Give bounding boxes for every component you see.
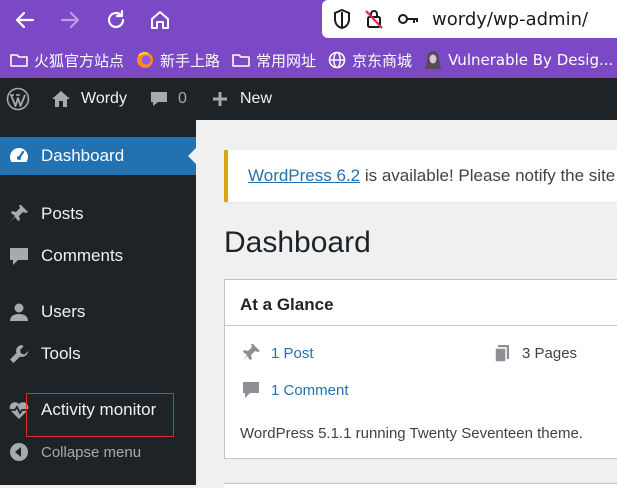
pushpin-icon [240,342,262,364]
user-icon [8,301,30,323]
comment-icon [151,92,167,106]
collapse-icon [8,441,30,463]
bookmark-label: 京东商城 [352,51,413,70]
widget-title: At a Glance [240,295,334,314]
plus-icon [213,92,227,106]
wordpress-update-link[interactable]: WordPress 6.2 [248,166,360,185]
home-button[interactable] [146,6,174,34]
firefox-icon [136,51,154,69]
bookmark-label: 常用网址 [256,51,317,70]
arrow-right-icon [60,11,80,29]
site-name-link[interactable]: Wordy [50,78,127,120]
insecure-lock-icon[interactable] [364,8,384,30]
bookmark-label: 火狐官方站点 [34,51,125,70]
sidebar-item-label: Dashboard [41,146,125,165]
reload-button[interactable] [102,6,130,34]
sidebar-item-label: Comments [41,246,124,265]
comments-count-link[interactable]: 1 Comment [271,382,349,399]
home-icon [52,91,70,107]
sidebar-item-tools[interactable]: Tools [0,342,196,366]
bookmark-common-sites[interactable]: 常用网址 [232,50,316,71]
glance-pages[interactable]: 3 Pages [491,342,577,364]
sidebar-item-label: Collapse menu [41,443,142,461]
sidebar-item-dashboard[interactable]: Dashboard [0,137,196,175]
back-button[interactable] [11,6,39,34]
reload-icon [107,9,125,29]
update-notice-text: WordPress 6.2 is available! Please notif… [248,166,615,186]
glance-comments[interactable]: 1 Comment [240,379,349,401]
url-bar[interactable]: wordy/wp-admin/ [322,0,617,38]
pages-icon [491,342,513,364]
pushpin-icon [8,203,30,225]
bookmarks-bar: 火狐官方站点 新手上路 常用网址 京东商城 Vulnerable By Desi… [0,42,617,78]
bookmark-label: Vulnerable By Desig... [448,51,614,69]
dashboard-icon [8,145,30,167]
pages-count-link[interactable]: 3 Pages [522,345,577,362]
sidebar-item-comments[interactable]: Comments [0,244,196,268]
browser-toolbar: wordy/wp-admin/ 火狐官方站点 新手上路 常用网址 京东商城 Vu… [0,0,617,78]
wrench-icon [8,343,30,365]
new-label: New [240,90,273,107]
key-icon[interactable] [398,12,420,26]
folder-icon [10,52,28,68]
bookmark-firefox-official[interactable]: 火狐官方站点 [10,50,124,71]
folder-icon [232,52,250,68]
update-notice: WordPress 6.2 is available! Please notif… [224,150,617,202]
annotation-highlight-box [26,393,174,437]
sidebar-item-label: Tools [41,344,81,363]
home-icon [151,11,169,29]
active-indicator [188,148,196,164]
comment-icon [240,379,262,401]
bookmark-jd[interactable]: 京东商城 [328,50,412,71]
sidebar-item-posts[interactable]: Posts [0,202,196,226]
update-notice-message: is available! Please notify the site [360,166,616,185]
at-a-glance-widget: At a Glance 1 Post 3 Pages 1 Comment Wor… [224,279,617,459]
shield-icon[interactable] [332,8,352,30]
comments-link[interactable]: 0 [149,78,187,120]
url-text[interactable]: wordy/wp-admin/ [432,9,588,30]
hacker-icon [424,50,442,70]
bookmark-vulnhub[interactable]: Vulnerable By Desig... [424,50,613,70]
next-widget-edge [224,483,617,488]
sidebar-item-label: Users [41,302,86,321]
posts-count-link[interactable]: 1 Post [271,345,314,362]
sidebar-item-users[interactable]: Users [0,300,196,324]
comment-icon [8,245,30,267]
wp-logo-button[interactable] [6,78,30,120]
page-title: Dashboard [224,226,371,259]
bookmark-label: 新手上路 [160,51,221,70]
sidebar-item-label: Posts [41,204,84,223]
forward-button[interactable] [56,6,84,34]
bookmark-getting-started[interactable]: 新手上路 [136,50,220,71]
wp-admin-bar: Wordy 0 New [0,78,617,120]
site-name-label: Wordy [81,90,127,107]
version-info: WordPress 5.1.1 running Twenty Seventeen… [240,425,583,442]
glance-posts[interactable]: 1 Post [240,342,314,364]
new-content-button[interactable]: New [211,78,272,120]
collapse-menu-button[interactable]: Collapse menu [0,440,196,464]
comments-count: 0 [178,90,187,107]
widget-header[interactable]: At a Glance [225,280,617,326]
arrow-left-icon [15,11,35,29]
wordpress-logo-icon [6,87,30,111]
globe-icon [328,51,346,69]
